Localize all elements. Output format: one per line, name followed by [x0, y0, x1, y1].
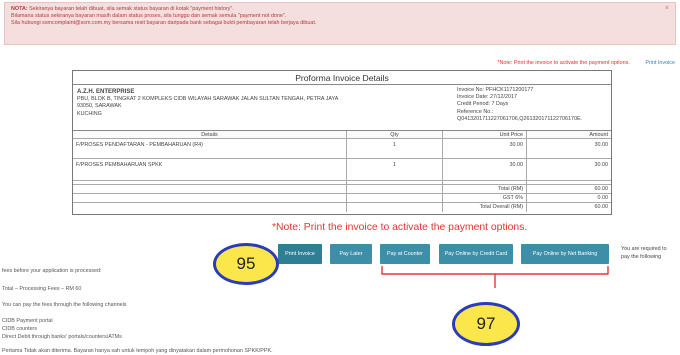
pay-channels-intro: You can pay the fees through the followi…	[2, 302, 127, 308]
item-details: F/PROSES PENDAFTARAN - PEMBAHARUAN (R4)	[73, 139, 347, 158]
company-name: A.Z.H. ENTERPRISE	[77, 89, 135, 95]
print-invoice-button[interactable]: Print Invoice	[278, 244, 322, 264]
table-row: F/PROSES PENDAFTARAN - PEMBAHARUAN (R4) …	[73, 139, 611, 159]
pay-net-banking-button[interactable]: Pay Online by Net Banking	[521, 244, 609, 264]
top-note: *Note: Print the invoice to activate the…	[497, 60, 630, 66]
total-fees-line: Total – Processing Fees – RM 60	[2, 286, 82, 292]
invoice-header: A.Z.H. ENTERPRISE PBU, BLOK B, TINGKAT 2…	[73, 85, 611, 131]
required-line-2: pay the following	[621, 253, 662, 260]
col-unit-price: Unit Price	[443, 131, 527, 138]
annotation-badge-95: 95	[213, 243, 279, 285]
total-value: 60.00	[594, 186, 609, 192]
alert-line-2: Bilamana status sekiranya bayaran masih …	[11, 13, 287, 20]
top-links: *Note: Print the invoice to activate the…	[420, 60, 675, 69]
credit-period: Credit Period: 7 Days	[457, 101, 509, 108]
item-amount: 30.00	[594, 162, 609, 168]
item-qty: 1	[347, 139, 443, 158]
company-block: A.Z.H. ENTERPRISE PBU, BLOK B, TINGKAT 2…	[77, 89, 367, 118]
company-address-3: KUCHING	[77, 110, 102, 117]
total-row: Total (RM) 60.00	[73, 185, 611, 194]
channel-1: CIDB Payment portal	[2, 318, 53, 324]
fees-line: fees before your application is processe…	[2, 268, 102, 274]
payment-note: *Note: Print the invoice to activate the…	[272, 222, 528, 233]
total-overall-label: Total Overall (RM)	[443, 203, 527, 212]
col-details: Details	[73, 131, 347, 138]
required-line-1: You are required to	[621, 246, 667, 252]
reference-label: Reference No.:	[457, 108, 494, 115]
invoice-title: Proforma Invoice Details	[73, 71, 611, 85]
invoice-date: Invoice Date: 27/12/2017	[457, 94, 517, 101]
col-qty: Qty	[347, 131, 443, 138]
annotation-badge-97: 97	[452, 302, 520, 346]
gst-label: GST 6%	[443, 194, 527, 202]
alert-notice: NOTA: Sekiranya bayaran telah dibuat, si…	[4, 2, 676, 45]
reference-value: Q0413201711227061706,Q261320171122706170…	[457, 115, 583, 122]
col-amount: Amount	[589, 132, 608, 138]
cutoff-line: Pertama Tidak akan diterima. Bayaran han…	[2, 348, 273, 354]
table-row: F/PROSES PEMBAHARUAN SPKK 1 30.00 30.00	[73, 159, 611, 181]
pay-at-counter-button[interactable]: Pay at Counter	[380, 244, 430, 264]
item-unit-price: 30.00	[443, 159, 527, 180]
alert-line-3: Sila hubungi ssmcomplaint@ssm.com.my ber…	[11, 20, 317, 27]
close-icon[interactable]: ×	[665, 5, 669, 12]
gst-row: GST 6% 0.00	[73, 194, 611, 203]
table-header: Details Qty Unit Price Amount	[73, 131, 611, 139]
required-text: You are required to pay the following	[621, 246, 679, 261]
company-address-1: PBU, BLOK B, TINGKAT 2 KOMPLEKS CIDB WIL…	[77, 96, 339, 103]
company-address-2: 93050, SARAWAK	[77, 103, 122, 110]
pay-credit-card-button[interactable]: Pay Online by Credit Card	[439, 244, 513, 264]
gst-value: 0.00	[597, 195, 609, 201]
channel-3: Direct Debit through banks' portals/coun…	[2, 334, 122, 340]
item-amount: 30.00	[594, 142, 609, 148]
item-unit-price: 30.00	[443, 139, 527, 158]
alert-nota-label: NOTA:	[11, 6, 28, 12]
pay-later-button[interactable]: Pay Later	[330, 244, 372, 264]
total-overall-value: 60.00	[594, 204, 609, 210]
channel-2: CIDB counters	[2, 326, 38, 332]
print-invoice-link[interactable]: Print Invoice	[645, 60, 675, 66]
bracket-annotation	[381, 266, 609, 288]
item-details: F/PROSES PEMBAHARUAN SPKK	[73, 159, 347, 180]
proforma-invoice: Proforma Invoice Details A.Z.H. ENTERPRI…	[72, 70, 612, 215]
total-label: Total (RM)	[443, 185, 527, 193]
alert-line-1: Sekiranya bayaran telah dibuat, sila sem…	[29, 6, 234, 12]
invoice-table: Details Qty Unit Price Amount F/PROSES P…	[73, 131, 611, 212]
invoice-meta: Invoice No: PFHCK1171200177 Invoice Date…	[457, 87, 609, 123]
total-overall-row: Total Overall (RM) 60.00	[73, 203, 611, 212]
item-qty: 1	[347, 159, 443, 180]
invoice-number: Invoice No: PFHCK1171200177	[457, 87, 534, 93]
